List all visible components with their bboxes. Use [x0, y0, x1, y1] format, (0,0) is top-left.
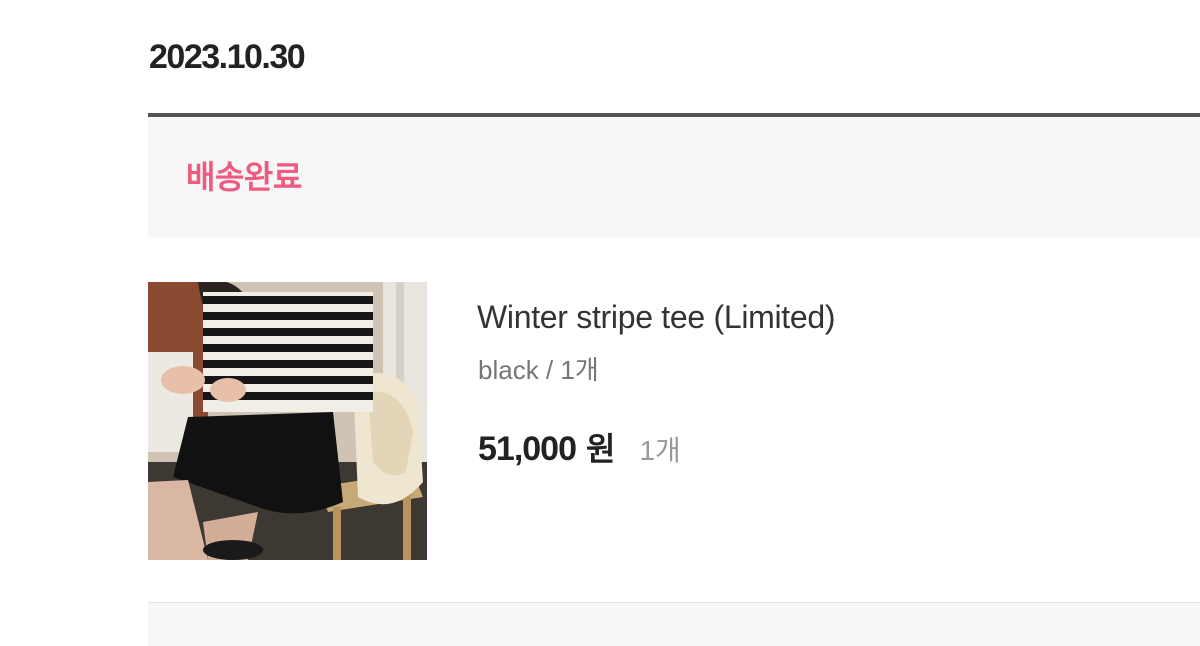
product-name-link[interactable]: Winter stripe tee (Limited): [477, 298, 836, 336]
next-section-bar: [148, 603, 1200, 646]
product-price: 51,000: [478, 430, 577, 468]
delivery-status-bar: 배송완료: [148, 117, 1200, 238]
product-thumbnail[interactable]: [148, 282, 427, 560]
order-date: 2023.10.30: [149, 38, 306, 76]
delivery-status-label: 배송완료: [186, 159, 302, 195]
price-currency: 원: [586, 431, 616, 467]
order-detail-page: 2023.10.30 배송완료 Winter stripe tee (Limit…: [0, 0, 1200, 646]
product-photo: [148, 282, 427, 560]
price-row: 51,000 원 1개: [478, 424, 681, 470]
product-option: black / 1개: [478, 355, 599, 385]
product-quantity: 1개: [639, 435, 681, 466]
